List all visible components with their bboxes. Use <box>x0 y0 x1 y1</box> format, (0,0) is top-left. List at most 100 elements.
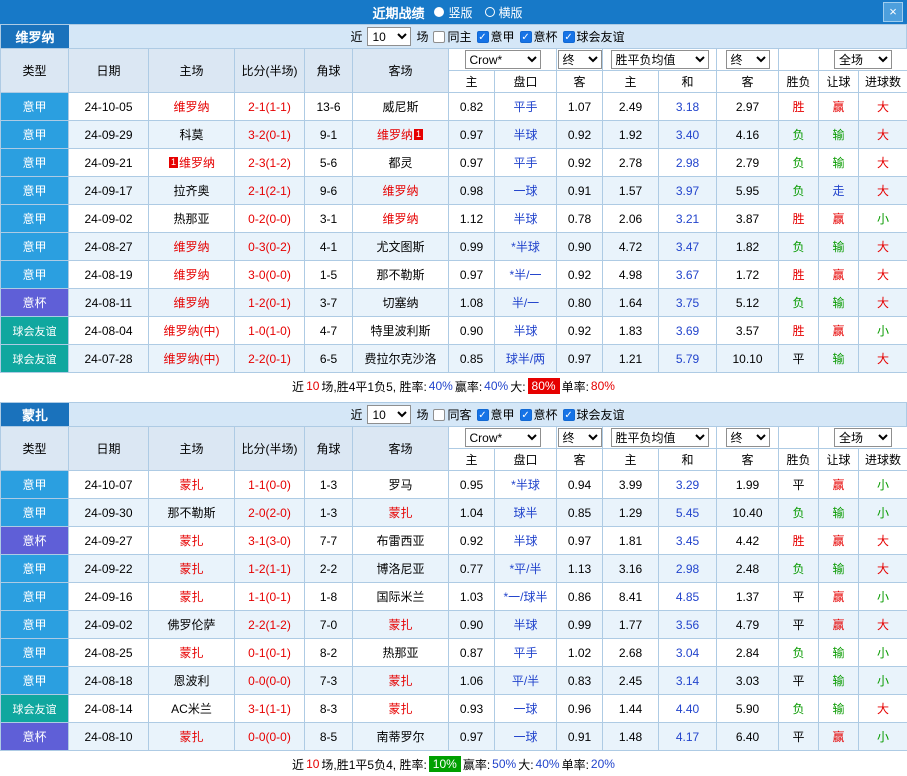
result-indicator: 负 <box>779 499 819 527</box>
checkbox-league-icon[interactable]: ✓ <box>477 31 489 43</box>
avg-lose-odds: 1.99 <box>717 471 779 499</box>
avg-win-odds: 2.78 <box>603 149 659 177</box>
match-score: 1-0(1-0) <box>235 317 305 345</box>
result-indicator: 平 <box>779 723 819 751</box>
team-cell: 国际米兰 <box>353 583 449 611</box>
avg-lose-odds: 3.87 <box>717 205 779 233</box>
corner-count: 1-3 <box>305 499 353 527</box>
goals-indicator: 大 <box>859 261 907 289</box>
europe-final-select[interactable]: 终 <box>726 50 770 69</box>
checkbox-same-away-icon[interactable] <box>433 409 445 421</box>
match-scope-select[interactable]: 全场 <box>834 428 892 447</box>
avg-draw-odds: 5.45 <box>659 499 717 527</box>
away-handicap-odds: 0.80 <box>557 289 603 317</box>
summary-segment: 10 <box>306 757 319 771</box>
team-name-text: 罗马 <box>388 478 412 492</box>
team-name-text: 维罗纳 <box>382 184 418 198</box>
avg-win-odds: 8.41 <box>603 583 659 611</box>
avg-lose-odds: 4.42 <box>717 527 779 555</box>
team-cell: 维罗纳 <box>353 205 449 233</box>
column-header-let_result: 让球 <box>819 71 859 93</box>
column-header-type: 类型 <box>1 427 69 471</box>
avg-lose-odds: 10.40 <box>717 499 779 527</box>
match-row: 球会友谊24-07-28维罗纳(中)2-2(0-1)6-5费拉尔克沙洛0.85球… <box>1 345 907 373</box>
result-indicator: 平 <box>779 583 819 611</box>
column-header-lose: 客 <box>717 71 779 93</box>
summary-segment: 大: <box>518 756 533 773</box>
match-type-badge: 意甲 <box>1 121 69 149</box>
column-header-result: 胜负 <box>779 449 819 471</box>
team-name-text: 蒙扎 <box>388 702 412 716</box>
home-handicap-odds: 0.97 <box>449 149 495 177</box>
filter-cup[interactable]: ✓意杯 <box>520 28 558 45</box>
team-name-text: 维罗纳 <box>173 240 209 254</box>
avg-win-odds: 2.49 <box>603 93 659 121</box>
checkbox-cup-icon[interactable]: ✓ <box>520 31 532 43</box>
filter-cup[interactable]: ✓意杯 <box>520 406 558 423</box>
checkbox-league-icon[interactable]: ✓ <box>477 409 489 421</box>
radio-vertical-layout[interactable]: 竖版 <box>434 4 472 21</box>
filter-league[interactable]: ✓意甲 <box>477 406 515 423</box>
checkbox-friendly-icon[interactable]: ✓ <box>563 31 575 43</box>
summary-segment: 40% <box>536 757 560 771</box>
checkbox-cup-icon[interactable]: ✓ <box>520 409 532 421</box>
recent-count-select[interactable]: 10 <box>367 405 411 424</box>
team-cell: 布雷西亚 <box>353 527 449 555</box>
checkbox-friendly-icon[interactable]: ✓ <box>563 409 575 421</box>
radio-horizontal-layout[interactable]: 横版 <box>485 4 523 21</box>
games-label: 场 <box>416 28 428 45</box>
away-handicap-odds: 0.85 <box>557 499 603 527</box>
close-icon[interactable]: × <box>883 2 903 22</box>
corner-count: 1-8 <box>305 583 353 611</box>
avg-lose-odds: 5.95 <box>717 177 779 205</box>
away-handicap-odds: 0.78 <box>557 205 603 233</box>
recent-count-select[interactable]: 10 <box>367 27 411 46</box>
team-name-text: 蒙扎 <box>179 478 203 492</box>
team-name-text: 那不勒斯 <box>376 268 424 282</box>
corner-count: 7-0 <box>305 611 353 639</box>
home-handicap-odds: 0.93 <box>449 695 495 723</box>
match-score: 0-2(0-0) <box>235 205 305 233</box>
team-name-text: 费拉尔克沙洛 <box>364 352 436 366</box>
filter-friendly[interactable]: ✓球会友谊 <box>563 28 625 45</box>
away-handicap-odds: 1.02 <box>557 639 603 667</box>
filter-same-home[interactable]: 同主 <box>433 28 471 45</box>
odds-company-select[interactable]: Crow* <box>465 428 541 447</box>
handicap-final-select[interactable]: 终 <box>558 428 602 447</box>
europe-average-select[interactable]: 胜平负均值 <box>611 50 709 69</box>
handicap-line: *半球 <box>495 471 557 499</box>
europe-average-select[interactable]: 胜平负均值 <box>611 428 709 447</box>
handicap-line: 半/一 <box>495 289 557 317</box>
avg-draw-odds: 3.29 <box>659 471 717 499</box>
team-cell: 热那亚 <box>149 205 235 233</box>
handicap-result-indicator: 赢 <box>819 583 859 611</box>
filter-friendly[interactable]: ✓球会友谊 <box>563 406 625 423</box>
avg-lose-odds: 4.16 <box>717 121 779 149</box>
checkbox-same-home-icon[interactable] <box>433 31 445 43</box>
filter-label-cup: 意杯 <box>534 406 558 423</box>
match-type-badge: 意甲 <box>1 205 69 233</box>
odds-company-select[interactable]: Crow* <box>465 50 541 69</box>
summary-segment: 大: <box>510 378 525 395</box>
team-name-text: 恩波利 <box>173 674 209 688</box>
filter-league[interactable]: ✓意甲 <box>477 28 515 45</box>
match-type-badge: 意甲 <box>1 667 69 695</box>
team-name-text: 维罗纳 <box>179 156 215 170</box>
match-date: 24-08-14 <box>69 695 149 723</box>
handicap-final-select[interactable]: 终 <box>558 50 602 69</box>
handicap-line: *半球 <box>495 233 557 261</box>
avg-draw-odds: 3.40 <box>659 121 717 149</box>
match-type-badge: 意甲 <box>1 471 69 499</box>
avg-lose-odds: 2.97 <box>717 93 779 121</box>
avg-draw-odds: 3.04 <box>659 639 717 667</box>
match-scope-select[interactable]: 全场 <box>834 50 892 69</box>
empty-header-cell <box>779 427 819 449</box>
europe-final-select[interactable]: 终 <box>726 428 770 447</box>
filter-same-away[interactable]: 同客 <box>433 406 471 423</box>
result-indicator: 胜 <box>779 527 819 555</box>
team-section: 维罗纳近10场同主✓意甲✓意杯✓球会友谊类型日期主场比分(半场)角球客场Crow… <box>0 24 907 399</box>
avg-win-odds: 2.45 <box>603 667 659 695</box>
column-header-away: 客场 <box>353 49 449 93</box>
team-cell: 维罗纳(中) <box>149 345 235 373</box>
team-cell: 蒙扎 <box>353 499 449 527</box>
